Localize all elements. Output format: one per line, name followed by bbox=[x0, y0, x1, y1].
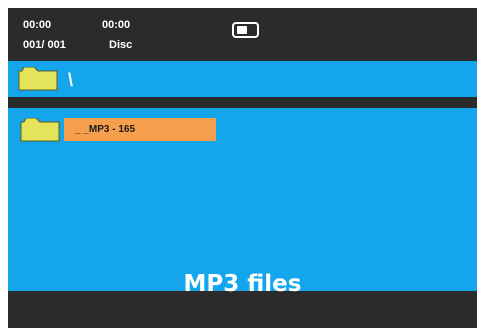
current-path: \ bbox=[68, 70, 74, 90]
disc-icon bbox=[232, 22, 259, 38]
status-bar: 00:00 00:00 001/ 001 Disc bbox=[8, 8, 477, 61]
file-list: _ _MP3 - 165 bbox=[8, 108, 477, 291]
list-item-label: _ _MP3 - 165 bbox=[64, 118, 216, 141]
folder-icon bbox=[18, 67, 58, 91]
list-item[interactable]: _ _MP3 - 165 bbox=[16, 118, 218, 142]
path-bar[interactable]: \ bbox=[8, 61, 477, 97]
total-time: 00:00 bbox=[102, 19, 131, 31]
divider bbox=[8, 97, 477, 108]
caption: MP3 files bbox=[183, 271, 302, 297]
media-type-label: Disc bbox=[109, 39, 133, 51]
track-counter: 001/ 001 bbox=[23, 39, 66, 51]
elapsed-time: 00:00 bbox=[23, 19, 52, 31]
folder-icon bbox=[20, 118, 60, 142]
